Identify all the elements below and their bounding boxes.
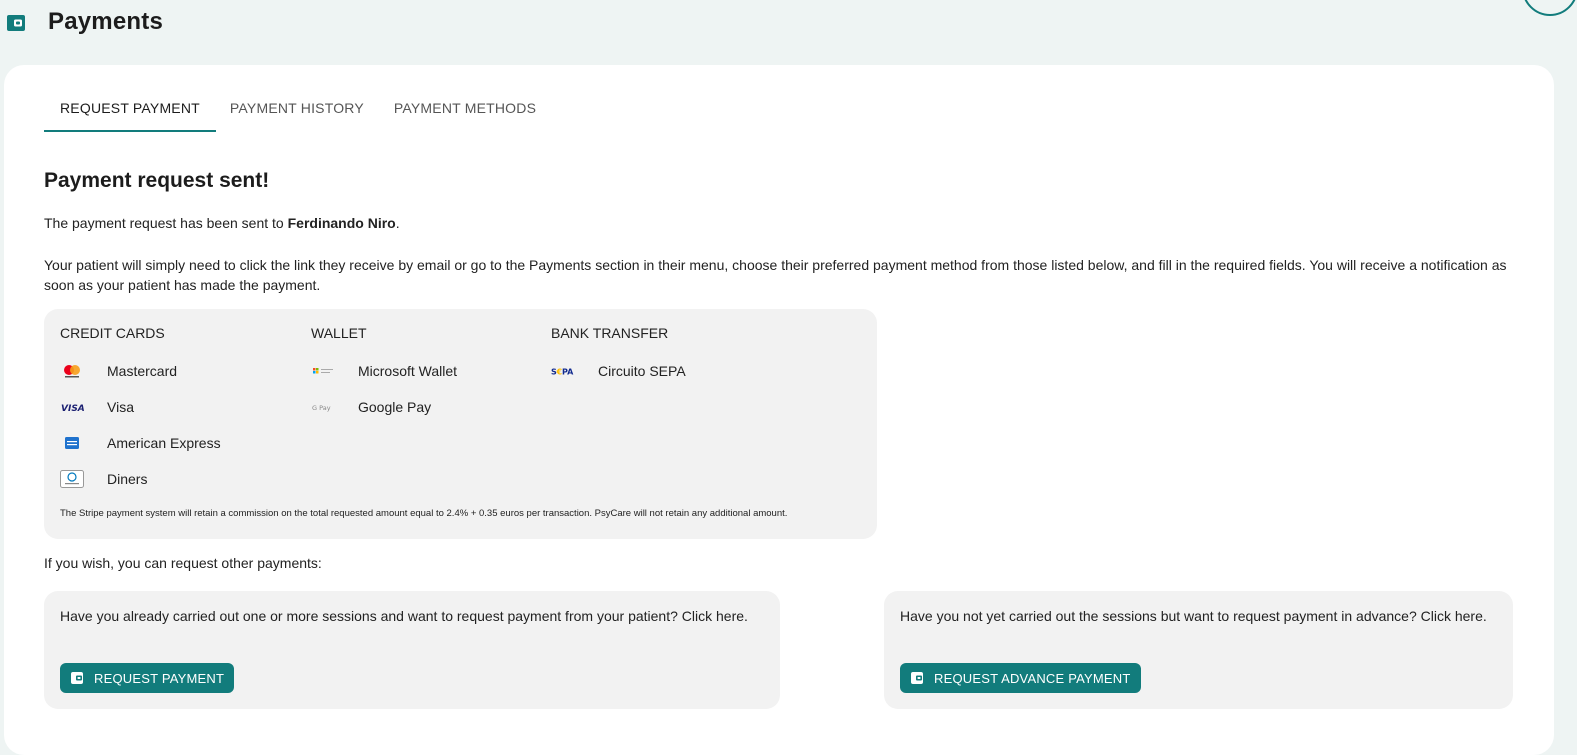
method-label: Diners <box>107 471 148 487</box>
request-advance-payment-button[interactable]: REQUEST ADVANCE PAYMENT <box>900 663 1141 693</box>
method-label: American Express <box>107 435 221 451</box>
method-label: Microsoft Wallet <box>358 363 458 379</box>
tab-payment-history[interactable]: PAYMENT HISTORY <box>214 88 380 132</box>
method-sepa: S € PA Circuito SEPA <box>551 353 686 389</box>
sepa-icon: S € PA <box>551 363 575 379</box>
sent-prefix: The payment request has been sent to <box>44 215 288 231</box>
patient-name: Ferdinando Niro <box>287 215 396 231</box>
wallet-icon <box>6 13 28 33</box>
commission-note: The Stripe payment system will retain a … <box>60 508 788 519</box>
method-label: Google Pay <box>358 399 432 415</box>
svg-text:PA: PA <box>562 368 574 377</box>
method-diners: Diners <box>60 461 221 497</box>
payment-methods-panel: CREDIT CARDS Mastercard VISA Visa Americ… <box>44 309 877 539</box>
wallet-icon <box>910 671 924 685</box>
page-title: Payments <box>48 8 163 35</box>
bank-transfer-title: BANK TRANSFER <box>551 325 669 341</box>
method-mastercard: Mastercard <box>60 353 221 389</box>
advance-payment-text: Have you not yet carried out the session… <box>900 608 1487 624</box>
request-payment-label: REQUEST PAYMENT <box>94 670 225 686</box>
wallet-title: WALLET <box>311 325 367 341</box>
tab-request-payment[interactable]: REQUEST PAYMENT <box>44 88 216 132</box>
method-microsoft-wallet: Microsoft Wallet <box>311 353 457 389</box>
advance-payment-panel: Have you not yet carried out the session… <box>884 591 1513 709</box>
completed-sessions-text: Have you already carried out one or more… <box>60 608 748 624</box>
other-payments-label: If you wish, you can request other payme… <box>44 555 322 571</box>
svg-text:VISA: VISA <box>61 404 84 413</box>
method-label: Visa <box>107 399 134 415</box>
tab-payment-methods[interactable]: PAYMENT METHODS <box>378 88 552 132</box>
visa-icon: VISA <box>60 399 84 415</box>
sent-suffix: . <box>395 215 400 231</box>
mastercard-icon <box>60 363 84 379</box>
method-visa: VISA Visa <box>60 389 221 425</box>
diners-icon <box>60 470 84 488</box>
request-advance-payment-label: REQUEST ADVANCE PAYMENT <box>934 670 1131 686</box>
microsoft-wallet-icon <box>311 363 335 379</box>
credit-cards-column: CREDIT CARDS Mastercard VISA Visa Americ… <box>60 325 221 497</box>
wallet-column: WALLET Microsoft Wallet G Pay Google Pay <box>311 325 457 425</box>
wallet-icon <box>70 671 84 685</box>
method-amex: American Express <box>60 425 221 461</box>
svg-text:G Pay: G Pay <box>312 404 331 412</box>
tab-bar: REQUEST PAYMENT PAYMENT HISTORY PAYMENT … <box>44 88 552 132</box>
avatar[interactable] <box>1522 0 1577 16</box>
confirmation-heading: Payment request sent! <box>44 169 270 192</box>
completed-sessions-panel: Have you already carried out one or more… <box>44 591 780 709</box>
google-pay-icon: G Pay <box>311 399 335 415</box>
credit-cards-title: CREDIT CARDS <box>60 325 165 341</box>
method-label: Mastercard <box>107 363 178 379</box>
request-payment-button[interactable]: REQUEST PAYMENT <box>60 663 235 693</box>
sent-message: The payment request has been sent to Fer… <box>44 215 400 231</box>
payments-card: REQUEST PAYMENT PAYMENT HISTORY PAYMENT … <box>4 65 1554 755</box>
page-header: Payments <box>0 0 1577 50</box>
amex-icon <box>60 435 84 451</box>
bank-transfer-column: BANK TRANSFER S € PA Circuito SEPA <box>551 325 686 389</box>
instructions-text: Your patient will simply need to click t… <box>44 257 1507 293</box>
method-label: Circuito SEPA <box>598 363 686 379</box>
method-google-pay: G Pay Google Pay <box>311 389 457 425</box>
